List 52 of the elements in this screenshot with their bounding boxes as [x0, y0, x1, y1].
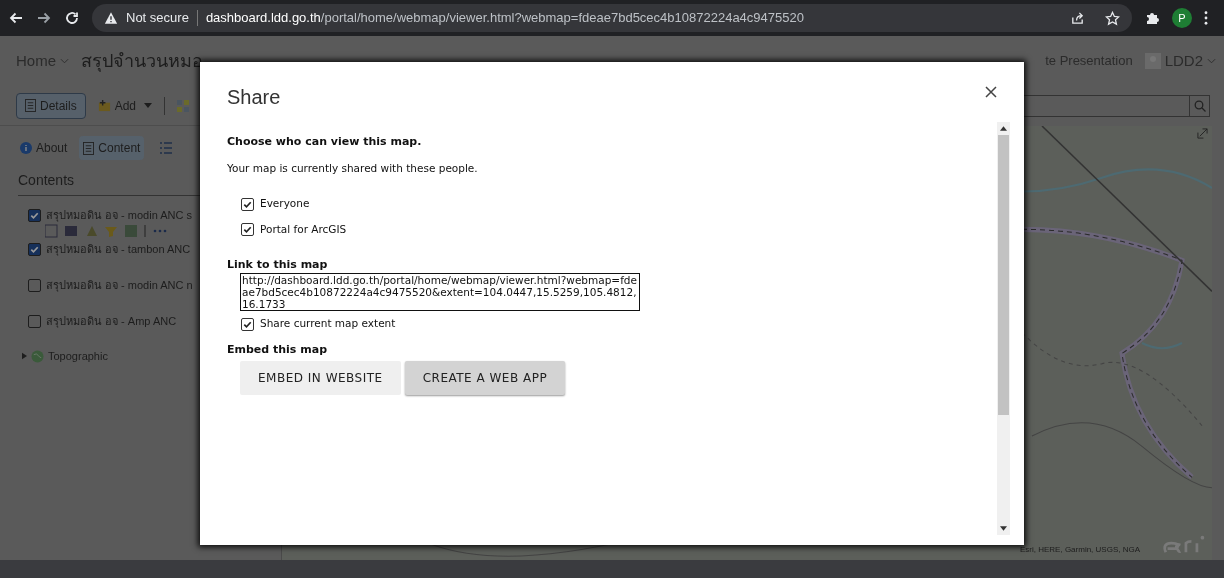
sidebar-tab[interactable]: Content: [79, 136, 145, 160]
section-heading: Embed this map: [227, 342, 327, 358]
scroll-up-icon[interactable]: [1000, 126, 1007, 131]
checkbox[interactable]: [28, 208, 41, 222]
sidebar-tab[interactable]: About: [16, 136, 72, 160]
document-icon: [25, 99, 36, 112]
checkbox[interactable]: [28, 314, 41, 328]
expand-arrow-icon[interactable]: [22, 352, 27, 361]
url-path: /portal/home/webmap/viewer.html?webmap=fdeae7bd5cec4b10872224a4c9475520: [320, 9, 804, 28]
embed-option-button[interactable]: EMBED IN WEBSITE: [240, 360, 401, 395]
address-bar[interactable]: Not secure dashboard.ldd.go.th/portal/home/webmap/viewer.html?webmap=fdeae7bd5cec4b10872224a4c9475520: [92, 4, 1132, 32]
back-icon[interactable]: [8, 10, 24, 26]
scroll-thumb[interactable]: [998, 135, 1009, 415]
add-layer-icon: [97, 99, 111, 112]
embed-option-button[interactable]: CREATE A WEB APP: [404, 360, 566, 395]
search-icon: [1193, 100, 1206, 112]
scrollbar[interactable]: [997, 122, 1010, 535]
reload-icon[interactable]: [64, 10, 80, 26]
checkbox[interactable]: [28, 242, 41, 256]
globe-icon: [31, 349, 44, 363]
checkbox[interactable]: [28, 278, 41, 292]
add-button[interactable]: Add: [97, 96, 153, 115]
checkbox[interactable]: [241, 317, 254, 331]
star-icon[interactable]: [1105, 10, 1120, 26]
profile-avatar[interactable]: P: [1172, 8, 1192, 28]
scroll-down-icon[interactable]: [1000, 526, 1007, 531]
caret-icon: [60, 58, 69, 64]
info-icon: [20, 142, 32, 154]
section-heading: Link to this map: [227, 256, 328, 273]
url-host: dashboard.ldd.go.th: [205, 9, 321, 28]
section-heading: Choose who can view this map.: [227, 134, 422, 150]
menu-icon[interactable]: [1204, 11, 1208, 25]
basemap-name[interactable]: Topographic: [48, 348, 108, 365]
dialog-title: Share: [227, 85, 281, 110]
checkbox[interactable]: [241, 197, 254, 211]
share-option-label: Everyone: [260, 196, 310, 212]
warning-icon: [104, 11, 118, 25]
link-field[interactable]: http://dashboard.ldd.go.th/portal/home/webmap/viewer.html?webmap=fdeae7bd5cec4b10872224a4c9475520&extent=104.0447,15.5259,105.4812,16.1733: [240, 273, 640, 312]
forward-icon[interactable]: [36, 10, 52, 26]
caret-icon: [144, 103, 153, 108]
share-icon[interactable]: [1070, 10, 1085, 26]
security-label: Not secure: [126, 9, 189, 28]
document-icon: [83, 141, 95, 155]
details-button[interactable]: Details: [16, 92, 86, 119]
puzzle-icon[interactable]: [1144, 10, 1160, 26]
caret-icon: [1207, 58, 1216, 64]
close-icon[interactable]: [985, 86, 997, 98]
checkbox[interactable]: [241, 223, 254, 237]
share-option-label: Portal for ArcGIS: [260, 222, 347, 237]
map-title: สรุปจำนวนหมอ: [81, 49, 203, 74]
extent-option-label: Share current map extent: [260, 316, 396, 332]
user-icon: [1144, 53, 1161, 69]
